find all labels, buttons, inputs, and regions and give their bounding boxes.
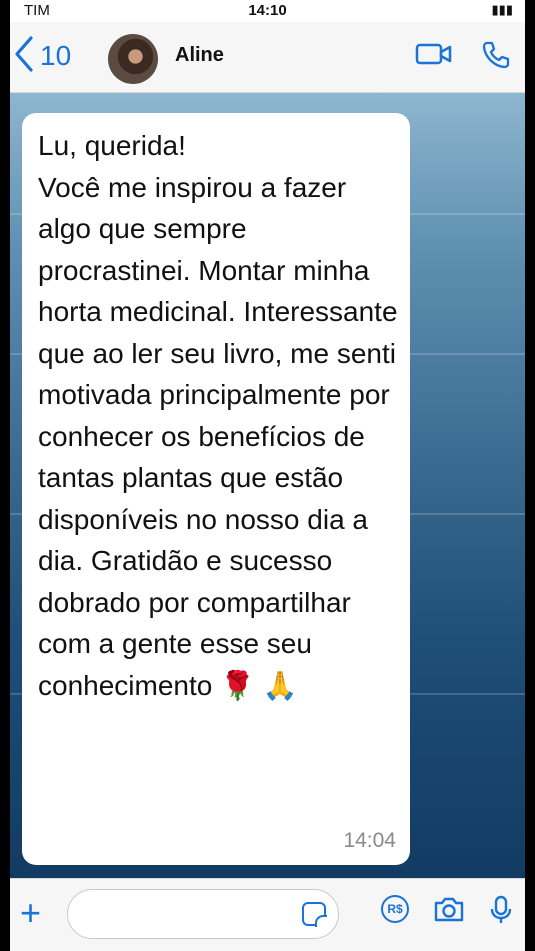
- status-bar: TIM 14:10 ▮▮▮: [10, 0, 525, 22]
- call-actions: [415, 40, 511, 75]
- contact-name[interactable]: Aline: [175, 44, 224, 67]
- chevron-left-icon: [14, 35, 34, 77]
- video-call-icon[interactable]: [415, 40, 453, 75]
- phone-screen: TIM 14:10 ▮▮▮ 10 Aline Lu, querida! Você: [10, 0, 525, 951]
- sticker-icon[interactable]: [302, 902, 327, 927]
- back-button[interactable]: 10: [14, 35, 72, 77]
- battery-icon: ▮▮▮: [491, 2, 513, 17]
- unread-count: 10: [40, 40, 72, 71]
- avatar[interactable]: [108, 34, 158, 84]
- phone-icon[interactable]: [481, 40, 511, 75]
- camera-icon[interactable]: [433, 895, 465, 930]
- status-time: 14:10: [248, 2, 287, 19]
- message-text: Lu, querida! Você me inspirou a fazer al…: [38, 130, 398, 701]
- composer-actions: R$: [381, 895, 513, 930]
- chat-area[interactable]: Lu, querida! Você me inspirou a fazer al…: [10, 93, 525, 878]
- message-input[interactable]: [67, 889, 339, 939]
- composer-bar: + R$: [10, 878, 525, 951]
- plus-icon[interactable]: +: [20, 895, 41, 931]
- message-timestamp: 14:04: [343, 829, 396, 852]
- chat-header: 10 Aline: [10, 22, 525, 93]
- microphone-icon[interactable]: [489, 895, 513, 930]
- message-bubble[interactable]: Lu, querida! Você me inspirou a fazer al…: [22, 113, 410, 865]
- payment-icon[interactable]: R$: [381, 895, 409, 923]
